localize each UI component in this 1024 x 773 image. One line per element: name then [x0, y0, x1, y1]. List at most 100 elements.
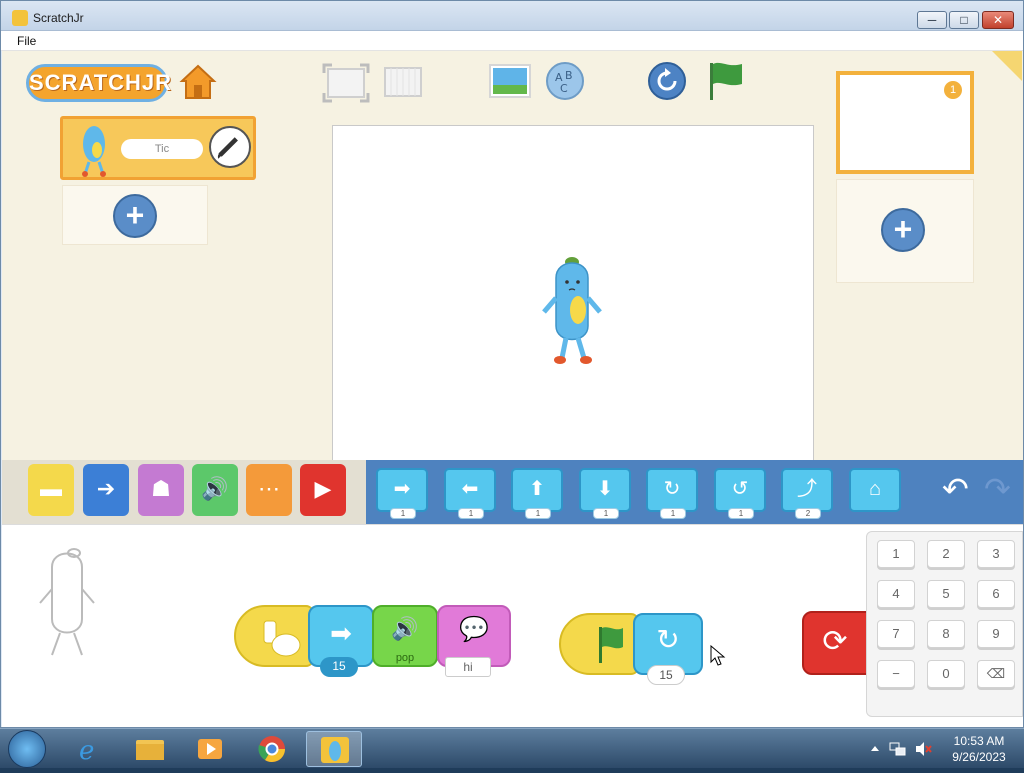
move-up-value: 1 — [525, 508, 551, 519]
menu-file[interactable]: File — [17, 34, 36, 48]
category-motion-button[interactable]: ➔ — [83, 464, 129, 516]
script-move-right-block[interactable]: ➡ 15 — [308, 605, 374, 677]
script-speaker-icon: 🔊 — [391, 616, 419, 641]
scratchjr-logo: SCRATCHJR — [26, 64, 171, 102]
start-button-windows-icon[interactable] — [8, 730, 46, 768]
turn-right-block[interactable]: ↻ 1 — [646, 468, 698, 519]
internet-explorer-icon[interactable]: e — [62, 731, 118, 767]
key-0[interactable]: 0 — [927, 660, 965, 688]
page-thumbnail[interactable]: 1 — [836, 71, 974, 174]
sprite-name-label[interactable]: Tic — [121, 139, 203, 159]
minimize-button[interactable]: ─ — [917, 11, 947, 29]
taskbar: e 10:53 AM 9/26/2023 — [0, 728, 1024, 768]
window-title: ScratchJr — [33, 11, 84, 25]
scratchjr-app: SCRATCHJR A B C Tic + 1 + ▬ ➔ ☗ 🔊 ⋯ ▶ ➡ … — [2, 51, 1023, 727]
key-6[interactable]: 6 — [977, 580, 1015, 608]
category-control-button[interactable]: ⋯ — [246, 464, 292, 516]
move-left-value: 1 — [458, 508, 484, 519]
tic-character[interactable] — [538, 248, 608, 368]
script-play-sound-block[interactable]: 🔊 pop — [372, 605, 438, 667]
go-home-block[interactable]: ⌂ — [849, 468, 901, 512]
chrome-icon[interactable] — [244, 731, 300, 767]
move-up-icon: ⬆ — [528, 478, 546, 500]
repeat-forever-block[interactable]: ⟳ — [802, 611, 868, 675]
move-right-icon: ➡ — [393, 478, 411, 500]
full-screen-icon[interactable] — [322, 63, 370, 103]
system-tray: 10:53 AM 9/26/2023 — [864, 729, 1024, 769]
repeat-forever-icon: ⟳ — [822, 625, 848, 658]
page-number-badge: 1 — [944, 81, 962, 99]
move-left-block[interactable]: ⬅ 1 — [444, 468, 496, 519]
hop-block[interactable]: ⤴ 2 — [781, 468, 833, 519]
start-on-green-flag-block[interactable] — [559, 613, 639, 675]
category-looks-button[interactable]: ☗ — [138, 464, 184, 516]
close-button[interactable]: ✕ — [982, 11, 1014, 29]
script-turn-right-block[interactable]: ↻ 15 — [633, 613, 703, 685]
turn-left-icon: ↺ — [731, 478, 749, 500]
key-2[interactable]: 2 — [927, 540, 965, 568]
menu-bar: File — [1, 31, 1023, 51]
turn-left-block[interactable]: ↺ 1 — [714, 468, 766, 519]
key-4[interactable]: 4 — [877, 580, 915, 608]
move-up-block[interactable]: ⬆ 1 — [511, 468, 563, 519]
key-backspace-icon[interactable]: ⌫ — [977, 660, 1015, 688]
script-area[interactable]: ➡ 15 🔊 pop 💬 hi ↻ 15 ⟳ 1 2 3 4 5 6 7 8 9… — [2, 524, 1023, 727]
category-end-button[interactable]: ▶ — [300, 464, 346, 516]
move-right-block[interactable]: ➡ 1 — [376, 468, 428, 519]
svg-text:C: C — [560, 82, 568, 95]
key-1[interactable]: 1 — [877, 540, 915, 568]
move-down-value: 1 — [593, 508, 619, 519]
move-right-value[interactable]: 15 — [320, 657, 358, 677]
green-flag-icon[interactable] — [706, 60, 746, 102]
key-7[interactable]: 7 — [877, 620, 915, 648]
clock-time[interactable]: 10:53 AM — [947, 734, 1011, 748]
maximize-button[interactable]: □ — [949, 11, 979, 29]
file-explorer-icon[interactable] — [122, 731, 178, 767]
key-5[interactable]: 5 — [927, 580, 965, 608]
start-on-tap-block[interactable] — [234, 605, 314, 667]
end-icon: ▶ — [314, 476, 332, 501]
key-8[interactable]: 8 — [927, 620, 965, 648]
paint-editor-brush-icon[interactable] — [209, 126, 251, 168]
reset-characters-icon[interactable] — [647, 61, 687, 101]
go-home-icon: ⌂ — [868, 478, 882, 500]
add-sprite-button[interactable]: + — [113, 194, 157, 238]
turn-right-icon: ↻ — [663, 478, 681, 500]
script-say-block[interactable]: 💬 hi — [437, 605, 511, 677]
key-minus[interactable]: − — [877, 660, 915, 688]
sprite-card-tic[interactable]: Tic — [60, 116, 256, 180]
home-icon[interactable] — [179, 63, 217, 101]
turn-right-value: 1 — [660, 508, 686, 519]
sound-name-label: pop — [395, 652, 415, 664]
show-hidden-icons-icon[interactable] — [870, 743, 880, 753]
network-icon[interactable] — [888, 741, 906, 757]
scratchjr-app-icon — [12, 10, 28, 26]
category-sound-button[interactable]: 🔊 — [192, 464, 238, 516]
stage[interactable] — [332, 125, 814, 463]
text-abc-icon[interactable]: A B C — [545, 61, 585, 101]
media-player-icon[interactable] — [182, 731, 238, 767]
looks-person-icon: ☗ — [151, 476, 171, 501]
move-down-block[interactable]: ⬇ 1 — [579, 468, 631, 519]
category-triggering-button[interactable]: ▬ — [28, 464, 74, 516]
block-palette: ▬ ➔ ☗ 🔊 ⋯ ▶ ➡ 1 ⬅ 1 ⬆ 1 ⬇ 1 ↻ 1 ↺ 1 ⤴ 2 ⌂ ↶ ↷ — [2, 460, 1023, 524]
sound-speaker-icon: 🔊 — [201, 476, 229, 501]
clock-date[interactable]: 9/26/2023 — [947, 750, 1011, 764]
turn-right-value[interactable]: 15 — [647, 665, 685, 685]
sprite-thumbnail-icon — [82, 126, 106, 177]
say-text-field[interactable]: hi — [445, 657, 491, 677]
undo-icon[interactable]: ↶ — [942, 473, 978, 509]
ghost-character-icon — [39, 548, 95, 656]
key-3[interactable]: 3 — [977, 540, 1015, 568]
key-9[interactable]: 9 — [977, 620, 1015, 648]
redo-icon[interactable]: ↷ — [984, 473, 1020, 509]
background-icon[interactable] — [488, 63, 532, 99]
grid-icon[interactable] — [383, 66, 423, 98]
mouse-cursor-icon — [710, 645, 726, 666]
add-page-button[interactable]: + — [881, 208, 925, 252]
volume-muted-icon[interactable] — [914, 741, 932, 757]
script-speech-bubble-icon: 💬 — [459, 616, 489, 643]
page-corner-fold — [992, 51, 1022, 81]
scratchjr-taskbar-icon[interactable] — [306, 731, 362, 767]
hop-value: 2 — [795, 508, 821, 519]
